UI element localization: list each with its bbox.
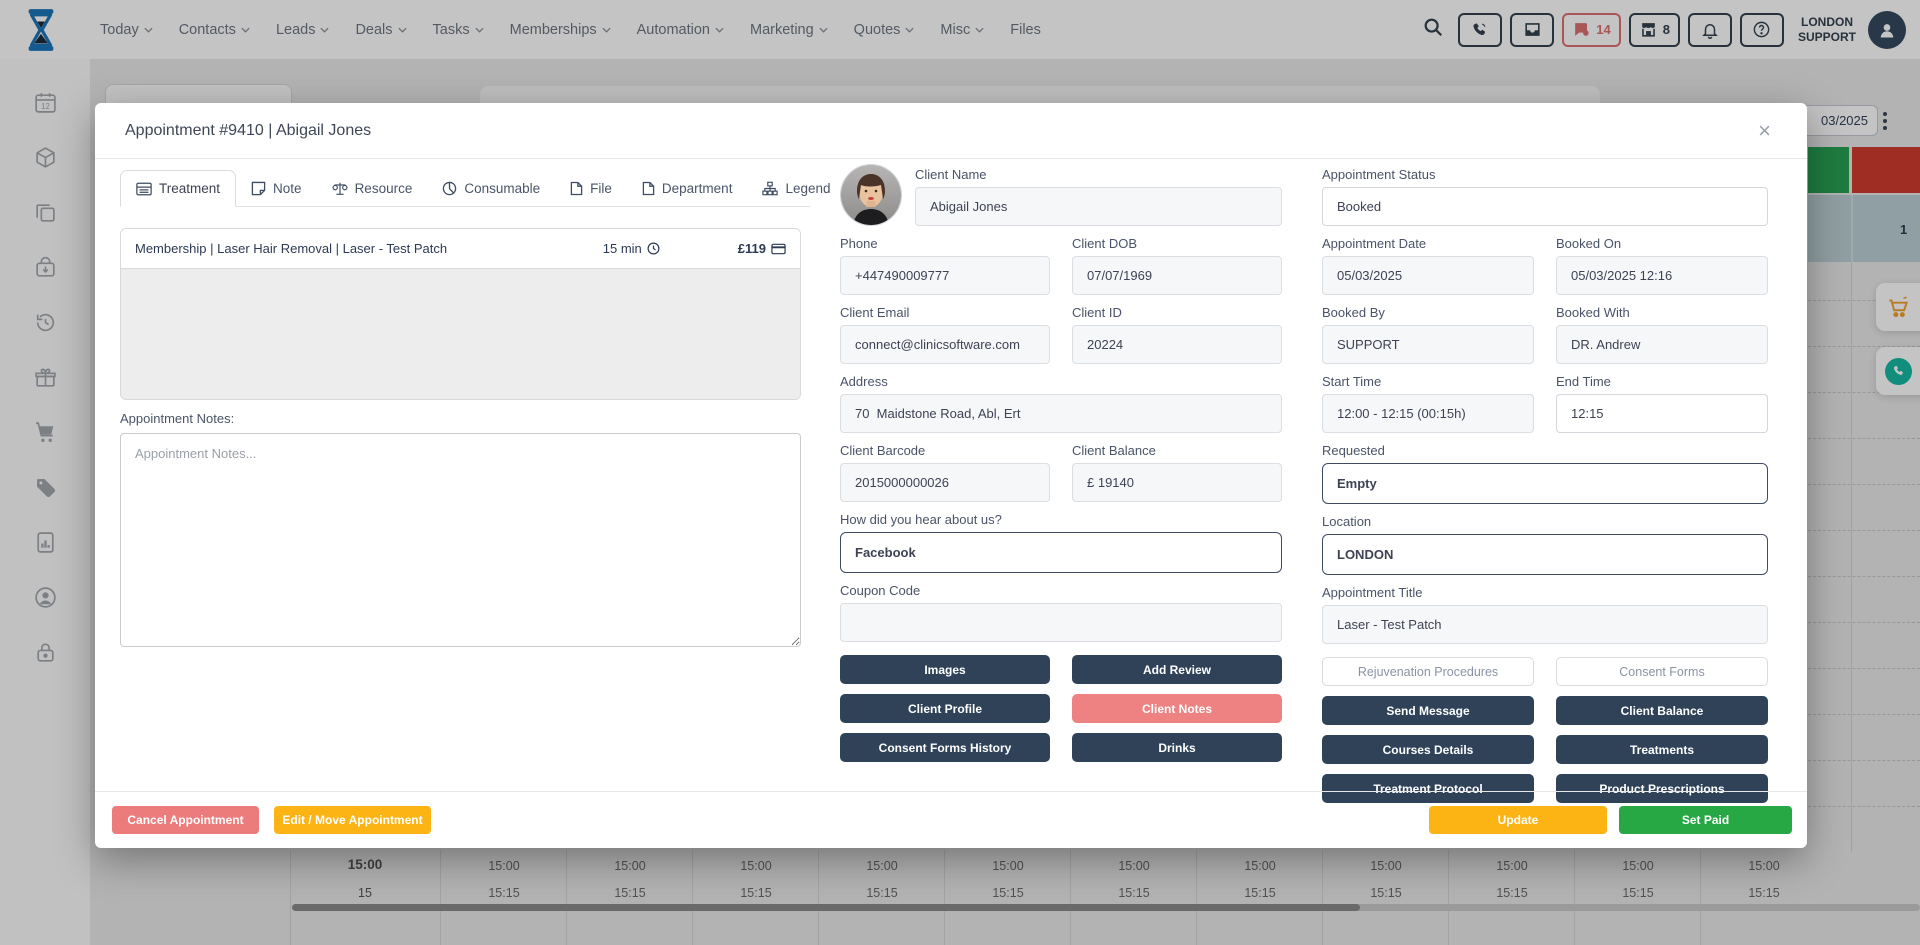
client-balance-button[interactable]: Client Balance	[1556, 696, 1768, 725]
app-screen: Today Contacts Leads Deals Tasks Members…	[0, 0, 1920, 945]
pie-icon	[442, 181, 457, 196]
treatment-list-icon	[136, 182, 152, 196]
close-icon[interactable]: ×	[1752, 120, 1777, 142]
appointment-modal: Appointment #9410 | Abigail Jones × Trea…	[95, 103, 1807, 848]
start-time-input[interactable]	[1322, 394, 1534, 433]
client-id-input[interactable]	[1072, 325, 1282, 364]
location-label: Location	[1322, 515, 1768, 529]
courses-details-button[interactable]: Courses Details	[1322, 735, 1534, 764]
appointment-column: Appointment Status Appointment Date Book…	[1322, 164, 1768, 803]
tab-department-label: Department	[662, 181, 733, 196]
address-label: Address	[840, 375, 1282, 389]
phone-input[interactable]	[840, 256, 1050, 295]
tab-consumable[interactable]: Consumable	[427, 171, 555, 206]
consent-forms-button[interactable]: Consent Forms	[1556, 657, 1768, 686]
start-time-label: Start Time	[1322, 375, 1534, 389]
scale-icon	[332, 181, 348, 196]
booked-on-label: Booked On	[1556, 237, 1768, 251]
booked-with-label: Booked With	[1556, 306, 1768, 320]
treatment-price: £119	[738, 241, 766, 256]
clock-icon	[647, 242, 660, 255]
client-dob-input[interactable]	[1072, 256, 1282, 295]
tab-resource[interactable]: Resource	[317, 171, 428, 206]
location-select[interactable]: LONDON	[1322, 534, 1768, 575]
booked-with-input[interactable]	[1556, 325, 1768, 364]
treatment-name: Membership | Laser Hair Removal | Laser …	[135, 241, 603, 256]
booked-on-input[interactable]	[1556, 256, 1768, 295]
client-profile-button[interactable]: Client Profile	[840, 694, 1050, 723]
tab-resource-label: Resource	[355, 181, 413, 196]
update-button[interactable]: Update	[1429, 806, 1607, 834]
sitemap-icon	[762, 181, 778, 196]
appointment-status-label: Appointment Status	[1322, 168, 1768, 182]
tab-file[interactable]: File	[555, 171, 627, 206]
tab-treatment-label: Treatment	[159, 181, 220, 196]
rejuvenation-procedures-button[interactable]: Rejuvenation Procedures	[1322, 657, 1534, 686]
client-dob-label: Client DOB	[1072, 237, 1282, 251]
tab-file-label: File	[590, 181, 612, 196]
images-button[interactable]: Images	[840, 655, 1050, 684]
modal-tabs: Treatment Note Resource Consumable File	[120, 170, 810, 207]
client-balance-input[interactable]	[1072, 463, 1282, 502]
tab-consumable-label: Consumable	[464, 181, 540, 196]
treatments-button[interactable]: Treatments	[1556, 735, 1768, 764]
end-time-label: End Time	[1556, 375, 1768, 389]
set-paid-button[interactable]: Set Paid	[1619, 806, 1792, 834]
treatment-list-empty-area	[121, 269, 800, 399]
document-icon	[642, 181, 655, 196]
add-review-button[interactable]: Add Review	[1072, 655, 1282, 684]
drinks-button[interactable]: Drinks	[1072, 733, 1282, 762]
referral-label: How did you hear about us?	[840, 513, 1282, 527]
appointment-title-input[interactable]	[1322, 605, 1768, 644]
requested-label: Requested	[1322, 444, 1768, 458]
appointment-status-input[interactable]	[1322, 187, 1768, 226]
file-icon	[570, 181, 583, 196]
requested-select[interactable]: Empty	[1322, 463, 1768, 504]
modal-footer: Cancel Appointment Edit / Move Appointme…	[95, 791, 1807, 848]
tab-department[interactable]: Department	[627, 171, 748, 206]
tab-note-label: Note	[273, 181, 302, 196]
booked-by-input[interactable]	[1322, 325, 1534, 364]
phone-label: Phone	[840, 237, 1050, 251]
modal-title: Appointment #9410 | Abigail Jones	[125, 122, 371, 140]
treatment-row[interactable]: Membership | Laser Hair Removal | Laser …	[121, 229, 800, 269]
booked-by-label: Booked By	[1322, 306, 1534, 320]
client-id-label: Client ID	[1072, 306, 1282, 320]
credit-card-icon	[771, 243, 786, 255]
address-input[interactable]	[840, 394, 1282, 433]
tab-legend[interactable]: Legend	[747, 171, 845, 206]
send-message-button[interactable]: Send Message	[1322, 696, 1534, 725]
referral-select[interactable]: Facebook	[840, 532, 1282, 573]
coupon-label: Coupon Code	[840, 584, 1282, 598]
note-icon	[251, 181, 266, 196]
tab-note[interactable]: Note	[236, 171, 317, 206]
client-email-label: Client Email	[840, 306, 1050, 320]
coupon-input[interactable]	[840, 603, 1282, 642]
client-name-label: Client Name	[915, 168, 1282, 182]
consent-forms-history-button[interactable]: Consent Forms History	[840, 733, 1050, 762]
modal-body: Treatment Note Resource Consumable File	[95, 159, 1807, 790]
client-notes-button[interactable]: Client Notes	[1072, 694, 1282, 723]
client-barcode-input[interactable]	[840, 463, 1050, 502]
client-name-input[interactable]	[915, 187, 1282, 226]
appointment-notes-label: Appointment Notes:	[120, 411, 234, 426]
end-time-input[interactable]	[1556, 394, 1768, 433]
appointment-date-label: Appointment Date	[1322, 237, 1534, 251]
tab-treatment[interactable]: Treatment	[120, 170, 236, 207]
appointment-notes-textarea[interactable]	[120, 433, 801, 647]
client-column: Client Name Phone Client DOB	[840, 164, 1282, 762]
modal-header: Appointment #9410 | Abigail Jones ×	[95, 103, 1807, 159]
client-photo[interactable]	[840, 164, 902, 226]
appointment-title-label: Appointment Title	[1322, 586, 1768, 600]
treatment-list-card: Membership | Laser Hair Removal | Laser …	[120, 228, 801, 400]
client-email-input[interactable]	[840, 325, 1050, 364]
client-balance-label: Client Balance	[1072, 444, 1282, 458]
tab-legend-label: Legend	[785, 181, 830, 196]
client-barcode-label: Client Barcode	[840, 444, 1050, 458]
edit-move-appointment-button[interactable]: Edit / Move Appointment	[274, 806, 431, 834]
treatment-duration: 15 min	[603, 241, 642, 256]
appointment-date-input[interactable]	[1322, 256, 1534, 295]
cancel-appointment-button[interactable]: Cancel Appointment	[112, 806, 259, 834]
